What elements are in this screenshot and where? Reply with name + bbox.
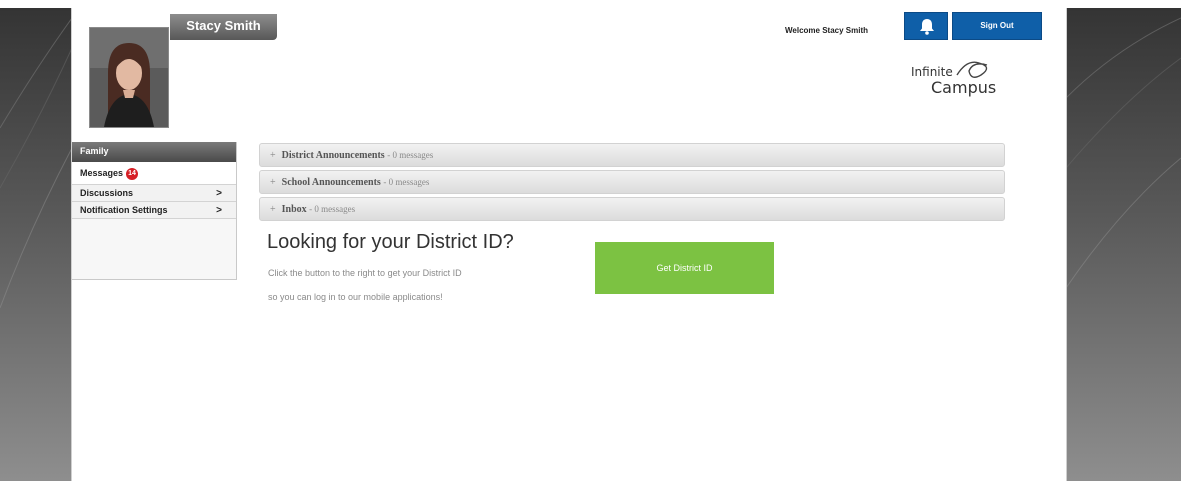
profile-photo-image (90, 28, 168, 127)
chevron-right-icon: > (216, 205, 222, 216)
sign-out-button[interactable]: Sign Out (952, 12, 1042, 40)
profile-name: Stacy Smith (170, 14, 277, 40)
bell-icon (920, 19, 934, 35)
left-nav: Family Messages 14 Discussions > Notifica… (72, 142, 237, 280)
messages-count-badge: 14 (126, 167, 139, 180)
district-announcements-bar[interactable]: + District Announcements - 0 messages (259, 143, 1005, 167)
chevron-right-icon: > (216, 188, 222, 199)
inbox-bar[interactable]: + Inbox - 0 messages (259, 197, 1005, 221)
announcement-title: District Announcements (281, 150, 385, 161)
infinite-campus-logo: Infinite Campus (909, 53, 1019, 103)
right-separator (1066, 8, 1067, 481)
nav-item-label: Messages (80, 168, 124, 178)
left-background-streaks (0, 17, 72, 309)
nav-item-label: Notification Settings (80, 205, 168, 215)
notifications-button[interactable] (904, 12, 948, 40)
expand-toggle-icon: + (270, 204, 276, 215)
district-id-description-line2: so you can log in to our mobile applicat… (268, 292, 443, 302)
announcement-count: - 0 messages (383, 177, 430, 187)
district-id-description-line1: Click the button to the right to get you… (268, 268, 462, 278)
page: Stacy Smith Welcome Stacy Smith Sign Out… (0, 0, 1181, 481)
nav-item-label: Discussions (80, 188, 134, 198)
logo-text-infinite: Infinite (911, 65, 953, 79)
nav-item-discussions[interactable]: Discussions > (72, 185, 236, 202)
expand-toggle-icon: + (270, 177, 276, 188)
nav-item-notification-settings[interactable]: Notification Settings > (72, 202, 236, 219)
nav-item-messages[interactable]: Messages 14 (72, 162, 236, 185)
top-edge (0, 0, 1181, 8)
logo-text-campus: Campus (931, 78, 997, 97)
right-background-streaks (1066, 17, 1181, 289)
main-panel: Stacy Smith Welcome Stacy Smith Sign Out… (72, 8, 1066, 481)
right-background (1066, 8, 1181, 481)
school-announcements-bar[interactable]: + School Announcements - 0 messages (259, 170, 1005, 194)
announcement-count: - 0 messages (309, 204, 356, 214)
profile-photo (89, 27, 169, 128)
announcement-title: School Announcements (281, 177, 381, 188)
announcement-title: Inbox (281, 204, 307, 215)
left-background (0, 8, 72, 481)
expand-toggle-icon: + (270, 150, 276, 161)
district-id-heading: Looking for your District ID? (267, 231, 514, 253)
nav-header-family[interactable]: Family (72, 142, 236, 162)
welcome-text: Welcome Stacy Smith (785, 26, 868, 35)
announcement-count: - 0 messages (387, 150, 434, 160)
get-district-id-button[interactable]: Get District ID (595, 242, 774, 294)
